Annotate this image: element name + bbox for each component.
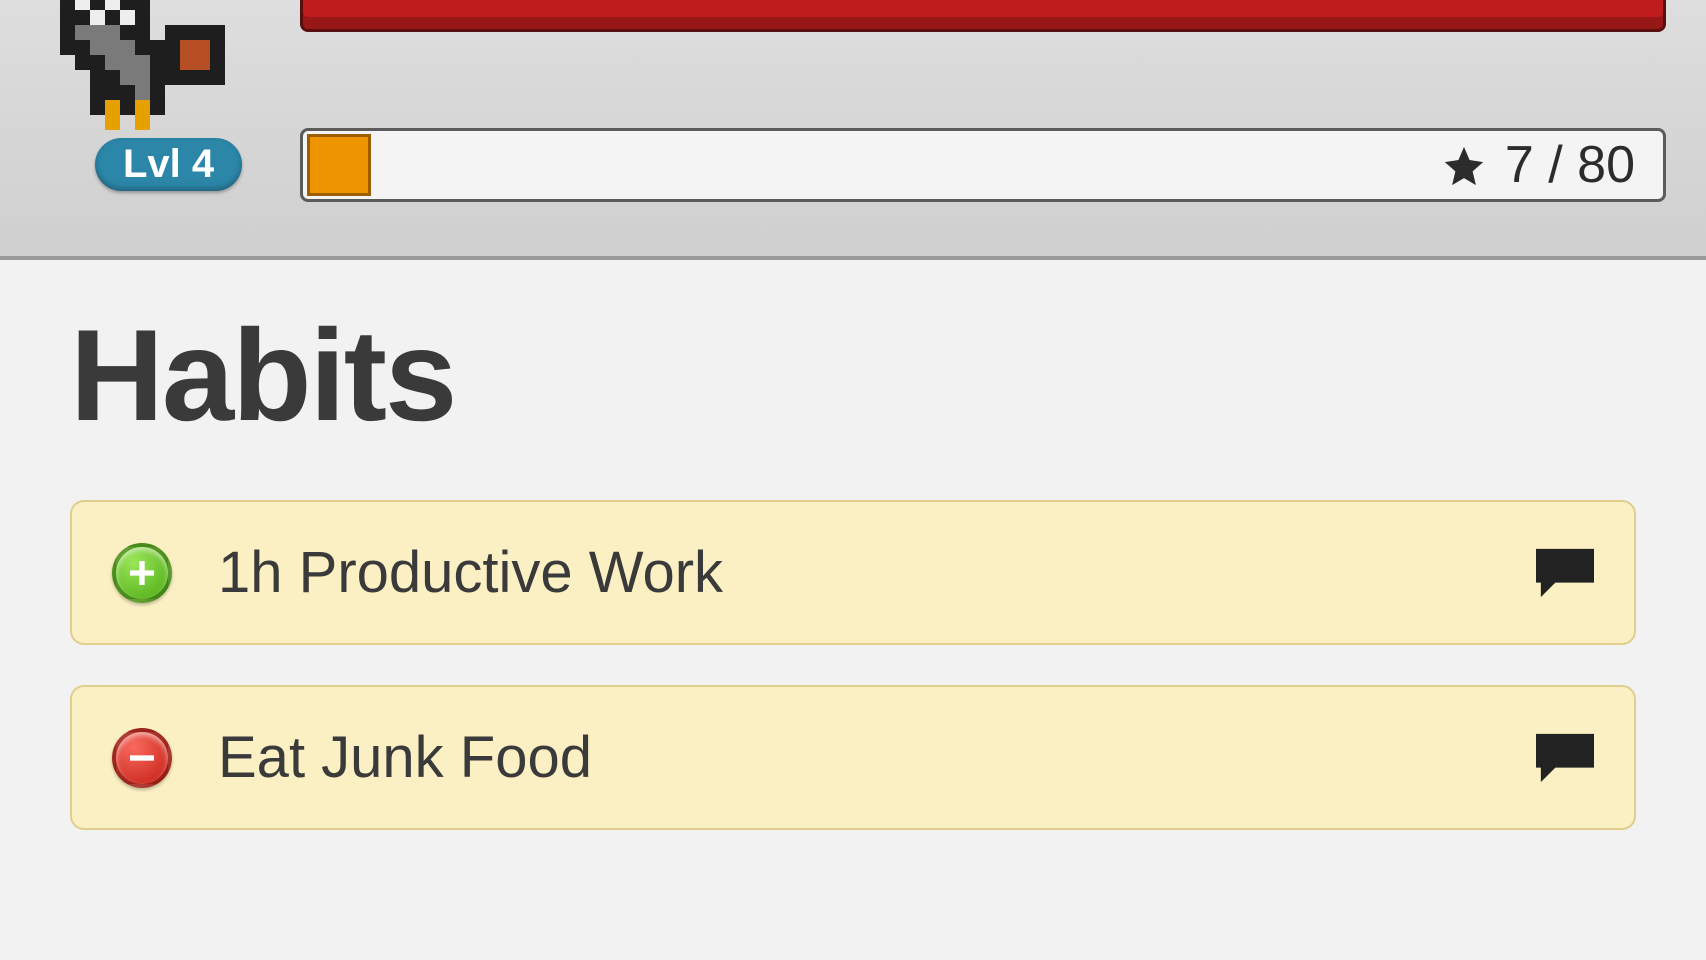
habit-row[interactable]: 1h Productive Work <box>70 500 1636 645</box>
habit-row[interactable]: Eat Junk Food <box>70 685 1636 830</box>
section-title: Habits <box>70 300 1636 450</box>
avatar-pixel-icon <box>45 0 255 130</box>
habit-action-button[interactable] <box>112 543 172 603</box>
xp-value-label: 7 / 80 <box>1441 135 1635 195</box>
xp-bar: 7 / 80 <box>300 128 1666 202</box>
chat-icon[interactable] <box>1536 733 1594 783</box>
habit-action-button[interactable] <box>112 728 172 788</box>
header-stats: Lvl 4 7 / 80 <box>0 0 1706 260</box>
xp-bar-fill <box>307 134 371 196</box>
avatar-box: Lvl 4 <box>20 0 280 220</box>
star-icon <box>1441 142 1487 188</box>
health-bar <box>300 0 1666 32</box>
habit-label: Eat Junk Food <box>218 724 1536 791</box>
minus-icon <box>126 742 158 774</box>
xp-text: 7 / 80 <box>1505 135 1635 195</box>
level-badge: Lvl 4 <box>95 138 242 191</box>
plus-icon <box>126 557 158 589</box>
habit-label: 1h Productive Work <box>218 539 1536 606</box>
chat-icon[interactable] <box>1536 548 1594 598</box>
main-panel: Habits 1h Productive Work Eat Junk Food <box>0 260 1706 830</box>
